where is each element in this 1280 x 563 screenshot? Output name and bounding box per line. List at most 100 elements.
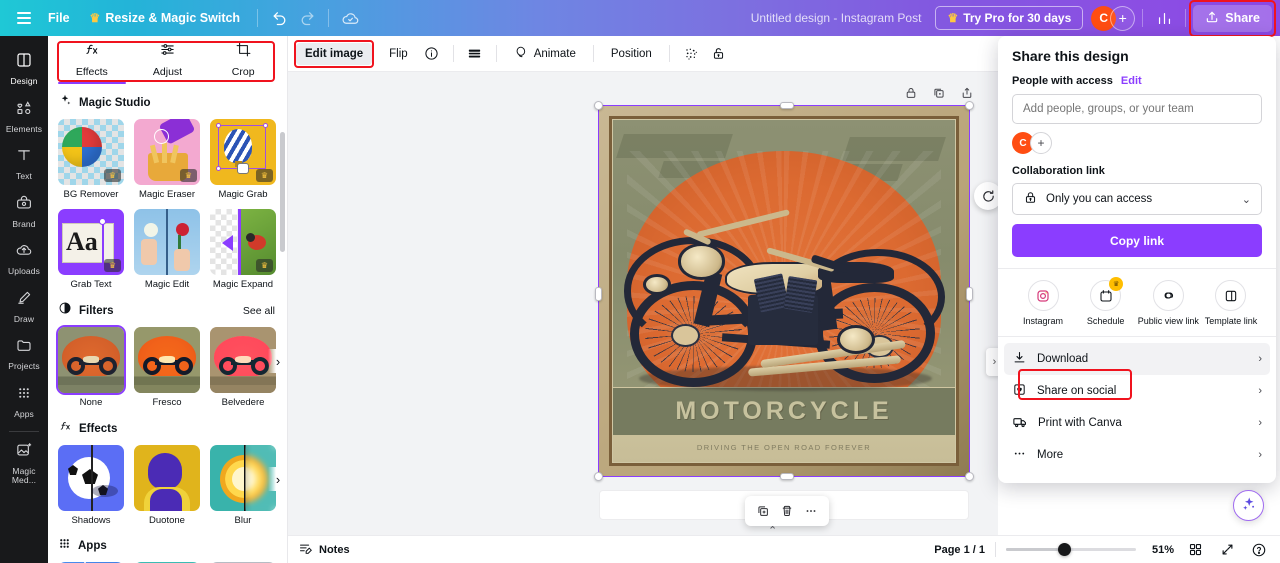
filter-item-belvedere[interactable]: Belvedere <box>210 327 276 408</box>
divider <box>328 9 330 27</box>
flip-button[interactable]: Flip <box>380 43 417 65</box>
tile-bg-remover[interactable]: ♛ BG Remover <box>58 119 124 200</box>
effect-item-blur[interactable]: Blur <box>210 445 276 526</box>
resize-handle-tl[interactable] <box>594 101 603 110</box>
trash-icon[interactable] <box>776 500 798 522</box>
side-grip-right[interactable]: › <box>986 348 998 376</box>
resize-handle-left[interactable] <box>595 287 602 301</box>
file-menu-button[interactable]: File <box>38 6 80 30</box>
resize-handle-bl[interactable] <box>594 472 603 481</box>
add-person-button[interactable]: + <box>1030 132 1052 154</box>
position-button[interactable]: Position <box>602 43 661 65</box>
sidebar-label: Uploads <box>8 266 40 276</box>
chevron-down-icon: ⌄ <box>1241 193 1251 206</box>
add-people-input[interactable] <box>1012 94 1262 124</box>
quick-option-instagram[interactable]: Instagram <box>1012 280 1074 326</box>
menu-item-more[interactable]: More › <box>1004 439 1270 471</box>
tab-effects[interactable]: Effects <box>54 36 130 84</box>
zoom-slider[interactable] <box>1006 543 1136 557</box>
resize-handle-bottom[interactable] <box>780 473 794 480</box>
dot-grid-icon[interactable] <box>678 41 704 67</box>
magic-studio-grid: ♛ BG Remover ♛ Magic Eraser ♛ Magic Grab… <box>58 119 287 290</box>
edit-access-link[interactable]: Edit <box>1121 75 1142 87</box>
lock-icon[interactable] <box>706 41 732 67</box>
sidebar-item-uploads[interactable]: Uploads <box>0 234 48 282</box>
section-header-filters: Filters See all <box>58 301 287 320</box>
tile-magic-grab[interactable]: ♛ Magic Grab <box>210 119 276 200</box>
tile-label: Magic Expand <box>212 279 274 290</box>
duplicate-icon[interactable] <box>928 82 950 104</box>
selected-design-frame[interactable]: MOTORCYCLE DRIVING THE OPEN ROAD FOREVER <box>594 101 974 481</box>
share-upload-icon <box>1205 10 1219 27</box>
menu-item-share-on-social[interactable]: Share on social › <box>1004 375 1270 407</box>
access-level-value: Only you can access <box>1046 193 1153 205</box>
sidebar-item-design[interactable]: Design <box>0 44 48 92</box>
quick-option-public-view-link[interactable]: Public view link <box>1137 280 1199 326</box>
filter-item-none[interactable]: None <box>58 327 124 408</box>
poster-image[interactable]: MOTORCYCLE DRIVING THE OPEN ROAD FOREVER <box>599 106 969 476</box>
transparency-icon[interactable] <box>462 41 488 67</box>
help-icon[interactable] <box>1248 539 1270 561</box>
tile-magic-eraser[interactable]: ♛ Magic Eraser <box>134 119 200 200</box>
more-dots-icon[interactable] <box>800 500 822 522</box>
elements-icon <box>15 99 33 122</box>
animate-button[interactable]: Animate <box>505 40 585 68</box>
chevron-up-icon[interactable]: ⌃ <box>768 524 777 535</box>
cloud-saved-icon[interactable] <box>336 4 364 32</box>
slider-knob[interactable] <box>1058 543 1071 556</box>
lock-icon[interactable] <box>900 82 922 104</box>
effect-item-duotone[interactable]: Duotone <box>134 445 200 526</box>
pro-crown-icon: ♛ <box>180 169 197 182</box>
tile-magic-expand[interactable]: ♛ Magic Expand <box>210 209 276 290</box>
try-pro-button[interactable]: ♛ Try Pro for 30 days <box>935 6 1084 30</box>
access-level-select[interactable]: Only you can access ⌄ <box>1012 183 1262 215</box>
canvas-area[interactable]: MOTORCYCLE DRIVING THE OPEN ROAD FOREVER… <box>288 72 998 535</box>
copy-link-button[interactable]: Copy link <box>1012 224 1262 257</box>
sidebar-item-text[interactable]: Text <box>0 139 48 187</box>
resize-handle-tr[interactable] <box>965 101 974 110</box>
resize-handle-br[interactable] <box>965 472 974 481</box>
sidebar-item-apps[interactable]: Apps <box>0 377 48 425</box>
fullscreen-icon[interactable] <box>1216 539 1238 561</box>
tab-crop[interactable]: Crop <box>205 36 281 82</box>
quick-option-schedule[interactable]: ♛ Schedule <box>1075 277 1137 326</box>
see-all-filters-link[interactable]: See all <box>243 305 275 317</box>
edit-image-button[interactable]: Edit image <box>296 42 373 65</box>
resize-magic-switch-button[interactable]: ♛ Resize & Magic Switch <box>80 6 251 30</box>
hamburger-icon[interactable] <box>10 4 38 32</box>
divider <box>1142 9 1144 27</box>
sidebar-item-elements[interactable]: Elements <box>0 92 48 140</box>
panel-scrollbar[interactable] <box>280 132 285 252</box>
sidebar-item-brand[interactable]: Brand <box>0 187 48 235</box>
tile-magic-edit[interactable]: Magic Edit <box>134 209 200 290</box>
sidebar-item-draw[interactable]: Draw <box>0 282 48 330</box>
share-button[interactable]: Share <box>1193 4 1272 32</box>
section-header-effects: Effects <box>58 419 287 438</box>
tile-grab-text[interactable]: Aa ♛ Grab Text <box>58 209 124 290</box>
redo-icon[interactable] <box>293 4 321 32</box>
duplicate-page-icon[interactable] <box>752 500 774 522</box>
sidebar-item-magic-media[interactable]: Magic Med... <box>0 434 48 490</box>
menu-item-download[interactable]: Download › <box>1004 343 1270 375</box>
info-icon[interactable] <box>419 41 445 67</box>
tab-adjust[interactable]: Adjust <box>130 36 206 82</box>
notes-button[interactable]: Notes <box>298 541 350 559</box>
effect-item-shadows[interactable]: Shadows <box>58 445 124 526</box>
element-options-bar: Edit image Flip Animate Position <box>288 36 998 72</box>
chevron-right-icon[interactable]: › <box>268 349 287 373</box>
chevron-right-icon[interactable]: › <box>268 467 287 491</box>
add-member-button[interactable]: + <box>1110 5 1136 31</box>
quick-option-template-link[interactable]: Template link <box>1200 280 1262 326</box>
sidebar-item-projects[interactable]: Projects <box>0 329 48 377</box>
bar-chart-icon[interactable] <box>1150 4 1178 32</box>
divider <box>592 45 594 62</box>
filter-item-fresco[interactable]: Fresco <box>134 327 200 408</box>
menu-item-print-with-canva[interactable]: Print with Canva › <box>1004 407 1270 439</box>
grid-view-icon[interactable] <box>1184 539 1206 561</box>
magic-sparkle-fab[interactable] <box>1233 490 1264 521</box>
pro-crown-icon: ♛ <box>104 169 121 182</box>
resize-handle-top[interactable] <box>780 102 794 109</box>
undo-icon[interactable] <box>265 4 293 32</box>
resize-handle-right[interactable] <box>966 287 973 301</box>
rotate-icon[interactable] <box>974 182 998 210</box>
